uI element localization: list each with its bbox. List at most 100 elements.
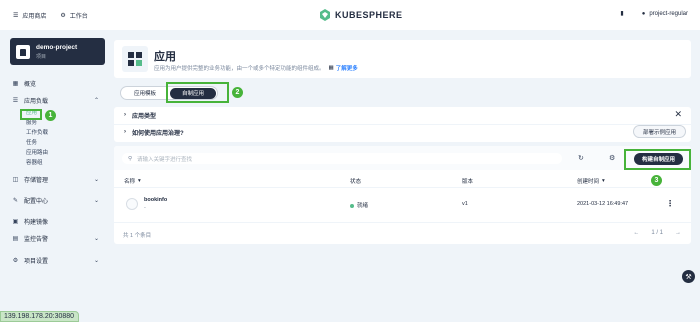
column-header-name[interactable]: 名称 ▾ (124, 177, 141, 185)
storage-icon: ◫ (12, 176, 19, 183)
prev-page-icon[interactable]: ← (633, 230, 639, 236)
app-store-link[interactable]: ☰ 应用商店 (13, 11, 46, 20)
highlight-box-apps (20, 109, 42, 120)
app-store-icon: ☰ (13, 13, 19, 19)
sidebar-item-workloads[interactable]: 工作负载 (12, 127, 105, 137)
brand-name: KUBESPHERE (335, 10, 403, 20)
column-label: 名称 (124, 179, 136, 185)
app-name-link[interactable]: bookinfo (144, 197, 167, 203)
sidebar-item-storage[interactable]: ◫ 存储管理 ⌄ (12, 172, 105, 186)
app-table: ⚲ 请输入关键字进行查找 ↻ ⚙ 构建自制应用 名称 ▾ 状态 版本 创建时间 … (114, 146, 691, 244)
sidebar-item-ingress[interactable]: 应用路由 (12, 147, 105, 157)
governance-toggle[interactable]: › 如何使用应用治理? (124, 125, 184, 139)
caret-down-icon: ▾ (602, 178, 605, 184)
column-label: 状态 (350, 179, 362, 185)
chevron-right-icon: › (124, 129, 126, 135)
column-label: 创建时间 (577, 179, 600, 185)
sidebar-label: 监控告警 (24, 236, 49, 243)
tab-app-templates[interactable]: 应用模板 (122, 88, 168, 99)
page-title: 应用 (154, 51, 176, 63)
search-input[interactable]: ⚲ 请输入关键字进行查找 (122, 153, 562, 164)
project-type: 项目 (36, 53, 47, 60)
sidebar-item-settings[interactable]: ⚙ 项目设置 ⌄ (12, 253, 105, 267)
annotation-badge-2: 2 (232, 87, 243, 98)
workbench-icon: ⚙ (60, 13, 66, 19)
more-options-icon[interactable]: ⋮ (666, 199, 674, 208)
app-description: - (144, 205, 146, 211)
toolbox-button[interactable]: ⚒ (682, 270, 695, 283)
chevron-down-icon: ⌄ (93, 176, 99, 183)
divider (114, 124, 691, 125)
next-page-icon[interactable]: → (675, 230, 681, 236)
status-dot-icon (350, 203, 354, 208)
sidebar-label: 存储管理 (24, 177, 49, 184)
sidebar-label: 概览 (24, 81, 37, 88)
chevron-down-icon: ⌄ (93, 197, 99, 204)
workbench-link[interactable]: ⚙ 工作台 (60, 11, 87, 20)
column-label: 版本 (462, 179, 474, 185)
sidebar-item-pods[interactable]: 容器组 (12, 157, 105, 167)
sidebar-item-overview[interactable]: ▦ 概览 (12, 76, 105, 90)
learn-more-link[interactable]: ▦ 了解更多 (329, 64, 358, 72)
annotation-badge-3: 3 (651, 175, 662, 186)
highlight-box-tab (166, 82, 229, 103)
learn-more-label: 了解更多 (335, 66, 358, 72)
table-toolbar: ⚲ 请输入关键字进行查找 ↻ ⚙ 构建自制应用 (114, 146, 691, 170)
description-text: 应用为用户提供完整的业务功能，由一个或多个特定功能的组件组成。 (154, 66, 325, 72)
column-header-created[interactable]: 创建时间 ▾ (577, 177, 605, 185)
book-icon: ▦ (328, 65, 334, 71)
chevron-up-icon: ⌃ (93, 97, 99, 104)
highlight-box-create (624, 149, 691, 170)
layers-icon: ☰ (12, 97, 19, 104)
divider (114, 187, 691, 188)
gear-icon[interactable]: ⚙ (609, 154, 615, 162)
close-icon[interactable]: ✕ (674, 109, 682, 120)
sidebar-label: 配置中心 (24, 198, 49, 205)
caret-down-icon: ▾ (138, 178, 141, 184)
app-icon (126, 198, 138, 210)
sidebar-item-jobs[interactable]: 任务 (12, 137, 105, 147)
kubesphere-logo-icon (320, 9, 330, 21)
page-header: 应用 应用为用户提供完整的业务功能，由一个或多个特定功能的组件组成。 ▦ 了解更… (114, 40, 691, 78)
sidebar-item-app-workloads[interactable]: ☰ 应用负载 ⌃ (12, 93, 105, 107)
refresh-icon[interactable]: ↻ (578, 154, 584, 162)
overview-icon: ▦ (12, 80, 19, 87)
status-text: 就绪 (357, 203, 369, 209)
sidebar-label: 构建镜像 (24, 219, 49, 226)
notification-icon[interactable]: ▮ (620, 10, 623, 17)
chevron-down-icon: ⌄ (93, 257, 99, 264)
search-icon: ⚲ (128, 155, 133, 162)
gear-icon: ⚙ (12, 257, 19, 264)
page-description: 应用为用户提供完整的业务功能，由一个或多个特定功能的组件组成。 ▦ 了解更多 (154, 64, 358, 72)
sidebar-item-monitoring[interactable]: ▤ 监控告警 ⌄ (12, 231, 105, 245)
chevron-down-icon: ⌄ (93, 235, 99, 242)
build-icon: ▣ (12, 218, 19, 225)
total-count: 共 1 个条目 (123, 233, 152, 239)
status-bar-url: 139.198.178.20:30880 (0, 311, 79, 322)
deploy-demo-button[interactable]: 部署示例应用 (632, 125, 686, 138)
app-types-toggle[interactable]: › 应用类型 (124, 108, 156, 122)
pagination: ← 1 / 1 → (633, 230, 681, 236)
sidebar-item-build-image[interactable]: ▣ 构建镜像 (12, 214, 105, 228)
sidebar: ▦ 概览 ☰ 应用负载 ⌃ 应用 服务 工作负载 任务 应用路由 容器组 ◫ 存… (12, 76, 105, 267)
chevron-right-icon: › (124, 112, 126, 118)
project-name: demo-project (36, 43, 78, 51)
project-selector[interactable]: demo-project 项目 (10, 38, 105, 65)
workbench-label: 工作台 (69, 14, 88, 20)
page-indicator: 1 / 1 (651, 230, 663, 236)
search-placeholder: 请输入关键字进行查找 (137, 156, 193, 163)
user-menu[interactable]: ● project-regular (642, 11, 688, 17)
sidebar-item-config[interactable]: ✎ 配置中心 ⌄ (12, 193, 105, 207)
kubesphere-logo[interactable]: KUBESPHERE (319, 9, 403, 21)
column-header-version: 版本 (462, 177, 473, 185)
info-panel: › 应用类型 ✕ › 如何使用应用治理? 部署示例应用 (114, 107, 691, 142)
app-store-label: 应用商店 (22, 14, 47, 20)
app-grid-icon (122, 46, 148, 72)
divider (114, 222, 691, 223)
top-bar: ☰ 应用商店 ⚙ 工作台 KUBESPHERE ▮ ● project-regu… (0, 0, 700, 30)
created-time: 2021-03-12 16:49:47 (577, 201, 629, 207)
hammer-icon: ⚒ (685, 273, 692, 281)
username: project-regular (649, 10, 688, 17)
app-version: v1 (462, 201, 468, 207)
governance-label: 如何使用应用治理? (132, 130, 184, 137)
